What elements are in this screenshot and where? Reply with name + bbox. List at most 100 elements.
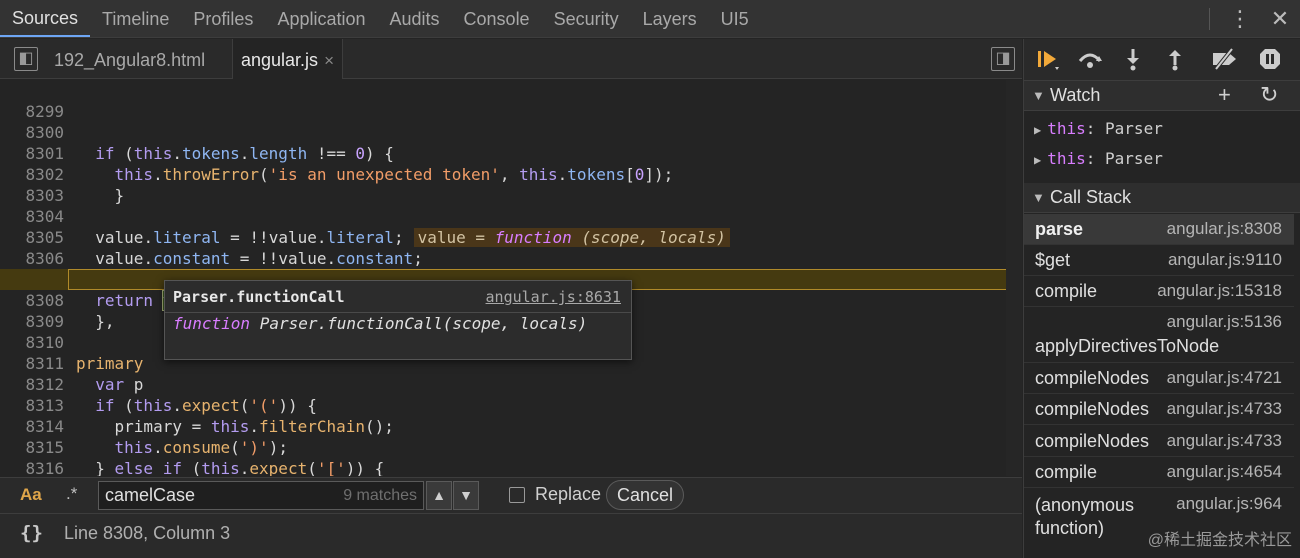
tab-sources[interactable]: Sources (0, 0, 91, 37)
hover-popover: Parser.functionCall angular.js:8631 func… (164, 280, 632, 360)
code-line: 8302 } (0, 143, 1022, 205)
replace-label: Replace (535, 484, 602, 504)
resume-icon[interactable] (1034, 47, 1062, 73)
call-frame[interactable]: compile angular.js:15318 (1024, 276, 1294, 307)
cursor-position: Line 8308, Column 3 (64, 523, 231, 543)
code-line: 8299 (0, 80, 1022, 121)
code-line: 8313 primary = this.filterChain(); (0, 374, 1022, 436)
collapse-triangle-icon: ▼ (1032, 190, 1045, 205)
search-value: camelCase (105, 485, 196, 505)
tab-security[interactable]: Security (542, 0, 631, 37)
source-editor: ◧ 192_Angular8.html angular.js × ◨ 8299 8… (0, 39, 1022, 477)
code-line: 8317 expect('{')) { (0, 458, 1022, 476)
popover-source-link[interactable]: angular.js:8631 (486, 288, 621, 306)
call-frame[interactable]: applyDirectivesToNode angular.js:5136 (1024, 307, 1294, 363)
pause-on-exceptions-icon[interactable] (1256, 47, 1284, 73)
toggle-debugger-icon[interactable]: ◨ (991, 47, 1015, 71)
code-line: 8300 if (this.tokens.length !== 0) { (0, 101, 1022, 163)
divider (165, 312, 631, 313)
more-menu-icon[interactable]: ⋮ (1220, 0, 1260, 38)
add-watch-icon[interactable]: + (1218, 82, 1231, 108)
call-frame[interactable]: $get angular.js:9110 (1024, 245, 1294, 276)
step-into-icon[interactable] (1119, 47, 1147, 73)
close-tab-icon[interactable]: × (324, 51, 334, 70)
frame-location: angular.js:15318 (1157, 281, 1282, 300)
frame-location: angular.js:4733 (1166, 431, 1282, 450)
divider (1209, 7, 1210, 30)
devtools-panel-tabs: Sources Timeline Profiles Application Au… (0, 0, 1300, 38)
file-tab-192-angular8[interactable]: 192_Angular8.html (54, 39, 205, 79)
debugger-sidebar: ▼ Watch + ↻ ▶ this: Parser ▶ this: Parser … (1023, 39, 1300, 558)
expand-triangle-icon: ▶ (1034, 123, 1042, 137)
frame-name: compileNodes (1035, 399, 1150, 419)
watch-item[interactable]: ▶ this: Parser (1034, 119, 1163, 138)
match-count: 9 matches (343, 487, 417, 504)
frame-location: angular.js:8308 (1166, 219, 1282, 238)
frame-location: angular.js:4733 (1166, 399, 1282, 418)
step-out-icon[interactable] (1161, 47, 1189, 73)
topbar-actions: ⋮ ✕ (1209, 0, 1300, 37)
deactivate-breakpoints-icon[interactable] (1210, 47, 1238, 73)
pretty-print-icon[interactable]: {} (20, 522, 43, 544)
frame-location: angular.js:964 (1176, 494, 1282, 513)
watch-section-header[interactable]: ▼ Watch + ↻ (1024, 81, 1300, 111)
step-over-icon[interactable] (1076, 47, 1104, 73)
popover-header: Parser.functionCall angular.js:8631 (173, 288, 621, 308)
cancel-button[interactable]: Cancel (606, 480, 685, 510)
frame-name: compileNodes (1035, 431, 1150, 451)
call-stack-section-header[interactable]: ▼ Call Stack (1024, 183, 1300, 213)
call-frame[interactable]: compileNodes angular.js:4733 (1024, 394, 1294, 425)
toggle-navigator-icon[interactable]: ◧ (14, 47, 38, 71)
code-line: 8301 this.throwError('is an unexpected t… (0, 122, 1022, 184)
frame-location: angular.js:5136 (1166, 312, 1282, 331)
tab-timeline[interactable]: Timeline (90, 0, 181, 37)
code-line: 8314 this.consume(')'); (0, 395, 1022, 457)
frame-name: compile (1035, 462, 1098, 482)
call-stack-title: Call Stack (1050, 187, 1132, 207)
tab-application[interactable]: Application (265, 0, 377, 37)
tab-layers[interactable]: Layers (631, 0, 709, 37)
tab-ui5[interactable]: UI5 (709, 0, 761, 37)
status-bar: {} Line 8308, Column 3 (0, 513, 1022, 558)
close-icon[interactable]: ✕ (1260, 0, 1300, 38)
vertical-scrollbar[interactable] (1006, 80, 1022, 476)
call-frame[interactable]: parse angular.js:8308 (1024, 214, 1294, 245)
frame-name: $get (1035, 250, 1071, 270)
call-frame[interactable]: compile angular.js:4654 (1024, 457, 1294, 488)
frame-name: parse (1035, 219, 1084, 239)
watch-title: Watch (1050, 85, 1101, 105)
debugger-toolbar (1024, 39, 1300, 81)
watch-item[interactable]: ▶ this: Parser (1034, 149, 1163, 168)
file-tab-label: angular.js (241, 50, 319, 70)
call-frame[interactable]: compileNodes angular.js:4721 (1024, 363, 1294, 394)
file-tab-angular-js[interactable]: angular.js × (232, 39, 343, 79)
expand-triangle-icon: ▶ (1034, 153, 1042, 167)
refresh-icon[interactable]: ↻ (1260, 82, 1278, 108)
popover-title: Parser.functionCall (173, 288, 345, 306)
match-case-toggle[interactable]: Aa (20, 485, 42, 505)
next-match-button[interactable]: ▼ (453, 481, 479, 510)
tab-profiles[interactable]: Profiles (181, 0, 265, 37)
replace-checkbox[interactable] (509, 487, 525, 503)
frame-name: compileNodes (1035, 368, 1150, 388)
frame-location: angular.js:4654 (1166, 462, 1282, 481)
file-tab-label: 192_Angular8.html (54, 50, 206, 70)
previous-match-button[interactable]: ▲ (426, 481, 452, 510)
code-line: 8303 (0, 164, 1022, 205)
search-input[interactable]: camelCase 9 matches (98, 481, 424, 510)
file-tabs: ◧ 192_Angular8.html angular.js × ◨ (0, 39, 1022, 79)
call-frame[interactable]: compileNodes angular.js:4733 (1024, 426, 1294, 457)
code-area[interactable]: 8299 8300 if (this.tokens.length !== 0) … (0, 80, 1022, 476)
frame-location: angular.js:4721 (1166, 368, 1282, 387)
code-line: 8305 value.constant = !!value.constant; (0, 206, 1022, 268)
collapse-triangle-icon: ▼ (1032, 88, 1045, 103)
tab-audits[interactable]: Audits (378, 0, 452, 37)
watermark: @稀土掘金技术社区 (1147, 532, 1292, 549)
regex-toggle[interactable]: .* (66, 484, 77, 504)
frame-name: (anonymous function) (1035, 495, 1135, 538)
frame-name: compile (1035, 281, 1098, 301)
code-line: 8306 (0, 227, 1022, 268)
search-bar: Aa .* camelCase 9 matches ▲ ▼ Replace Ca… (0, 477, 1022, 513)
frame-location: angular.js:9110 (1167, 250, 1282, 269)
tab-console[interactable]: Console (452, 0, 542, 37)
